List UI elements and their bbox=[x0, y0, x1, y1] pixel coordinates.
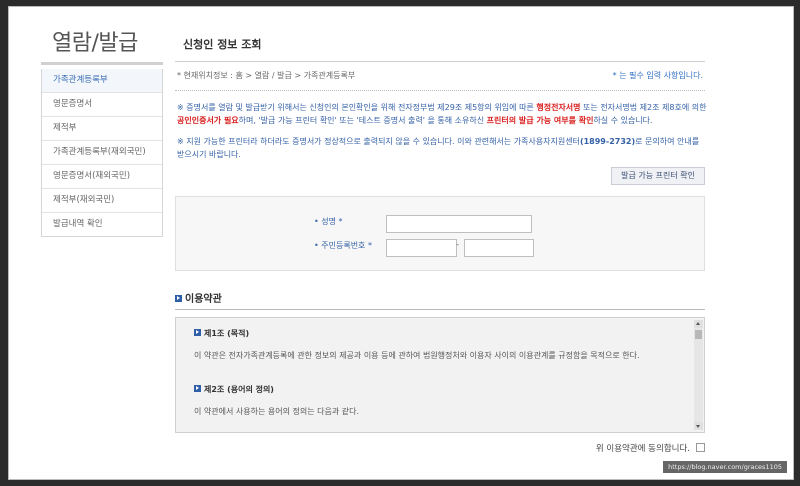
scroll-down-arrow-icon[interactable] bbox=[694, 422, 703, 430]
article-2-title: 제2조 (용어의 정의) bbox=[194, 384, 684, 396]
required-field-note: * 는 필수 입력 사항입니다. bbox=[612, 71, 703, 80]
terms-scroll-box[interactable]: 제1조 (목적) 이 약관은 전자가족관계등록에 관한 정보의 제공과 이용 등… bbox=[175, 317, 705, 433]
article-2-body: 이 약관에서 사용하는 용어의 정의는 다음과 같다. bbox=[194, 407, 359, 416]
rrn-separator: - bbox=[456, 240, 460, 250]
notice-section: ※ 증명서를 열람 및 발급받기 위해서는 신청인의 본인확인을 위해 전자정부… bbox=[175, 101, 707, 161]
agree-row: 위 이용약관에 동의합니다. bbox=[175, 442, 705, 456]
article-1-title: 제1조 (목적) bbox=[194, 328, 684, 340]
breadcrumb-row: * 현재위치정보 : 홈 > 열람 / 발급 > 가족관계등록부 * 는 필수 … bbox=[175, 62, 705, 91]
name-input[interactable] bbox=[386, 215, 532, 233]
scrollbar-thumb[interactable] bbox=[695, 330, 702, 339]
sidebar-title: 열람/발급 bbox=[52, 31, 138, 56]
printer-check-row: 발급 가능 프린터 확인 bbox=[175, 167, 705, 187]
sidebar-item-family-register-overseas[interactable]: 가족관계등록부(재외국민) bbox=[42, 140, 162, 164]
article-1-body: 이 약관은 전자가족관계등록에 관한 정보의 제공과 이용 등에 관하여 법원행… bbox=[194, 351, 640, 360]
page-frame: 열람/발급 가족관계등록부 영문증명서 제적부 가족관계등록부(재외국민) 영문… bbox=[8, 6, 794, 480]
sidebar: 열람/발급 가족관계등록부 영문증명서 제적부 가족관계등록부(재외국민) 영문… bbox=[41, 29, 163, 237]
bullet-square-icon bbox=[194, 329, 201, 336]
breadcrumb: * 현재위치정보 : 홈 > 열람 / 발급 > 가족관계등록부 bbox=[177, 71, 356, 80]
sidebar-item-issuance-history[interactable]: 발급내역 확인 bbox=[42, 212, 162, 236]
page-title: 신청인 정보 조회 bbox=[183, 38, 262, 51]
sidebar-title-divider bbox=[41, 62, 163, 65]
bullet-square-icon bbox=[194, 385, 201, 392]
terms-scrollbar[interactable] bbox=[694, 320, 703, 430]
sidebar-item-english-certificate[interactable]: 영문증명서 bbox=[42, 92, 162, 116]
terms-heading: 이용약관 bbox=[175, 291, 705, 310]
printer-check-button[interactable]: 발급 가능 프린터 확인 bbox=[611, 167, 705, 185]
sidebar-item-family-register[interactable]: 가족관계등록부 bbox=[42, 69, 162, 92]
blog-watermark: https://blog.naver.com/graces1105 bbox=[663, 461, 787, 473]
agree-checkbox[interactable] bbox=[696, 443, 705, 452]
terms-content: 제1조 (목적) 이 약관은 전자가족관계등록에 관한 정보의 제공과 이용 등… bbox=[194, 318, 684, 418]
main-content: 신청인 정보 조회 * 현재위치정보 : 홈 > 열람 / 발급 > 가족관계등… bbox=[175, 29, 707, 456]
notice-printer-support: ※ 지원 가능한 프린터라 하더라도 증명서가 정상적으로 출력되지 않을 수 … bbox=[177, 137, 700, 159]
agree-label: 위 이용약관에 동의합니다. bbox=[595, 444, 690, 454]
sidebar-item-english-certificate-overseas[interactable]: 영문증명서(재외국민) bbox=[42, 164, 162, 188]
bullet-square-icon bbox=[175, 295, 182, 302]
rrn-front-input[interactable] bbox=[386, 239, 457, 257]
rrn-back-input[interactable] bbox=[464, 239, 534, 257]
rrn-label: • 주민등록번호 * bbox=[314, 241, 372, 250]
notice-certificate-requirements: ※ 증명서를 열람 및 발급받기 위해서는 신청인의 본인확인을 위해 전자정부… bbox=[177, 103, 707, 125]
name-label: • 성명 * bbox=[314, 217, 343, 226]
sidebar-item-removed-register-overseas[interactable]: 제적부(재외국민) bbox=[42, 188, 162, 212]
applicant-form: • 성명 * • 주민등록번호 * - bbox=[175, 196, 705, 271]
sidebar-item-removed-register[interactable]: 제적부 bbox=[42, 116, 162, 140]
scroll-up-arrow-icon[interactable] bbox=[694, 320, 703, 328]
sidebar-nav: 가족관계등록부 영문증명서 제적부 가족관계등록부(재외국민) 영문증명서(재외… bbox=[41, 69, 163, 237]
